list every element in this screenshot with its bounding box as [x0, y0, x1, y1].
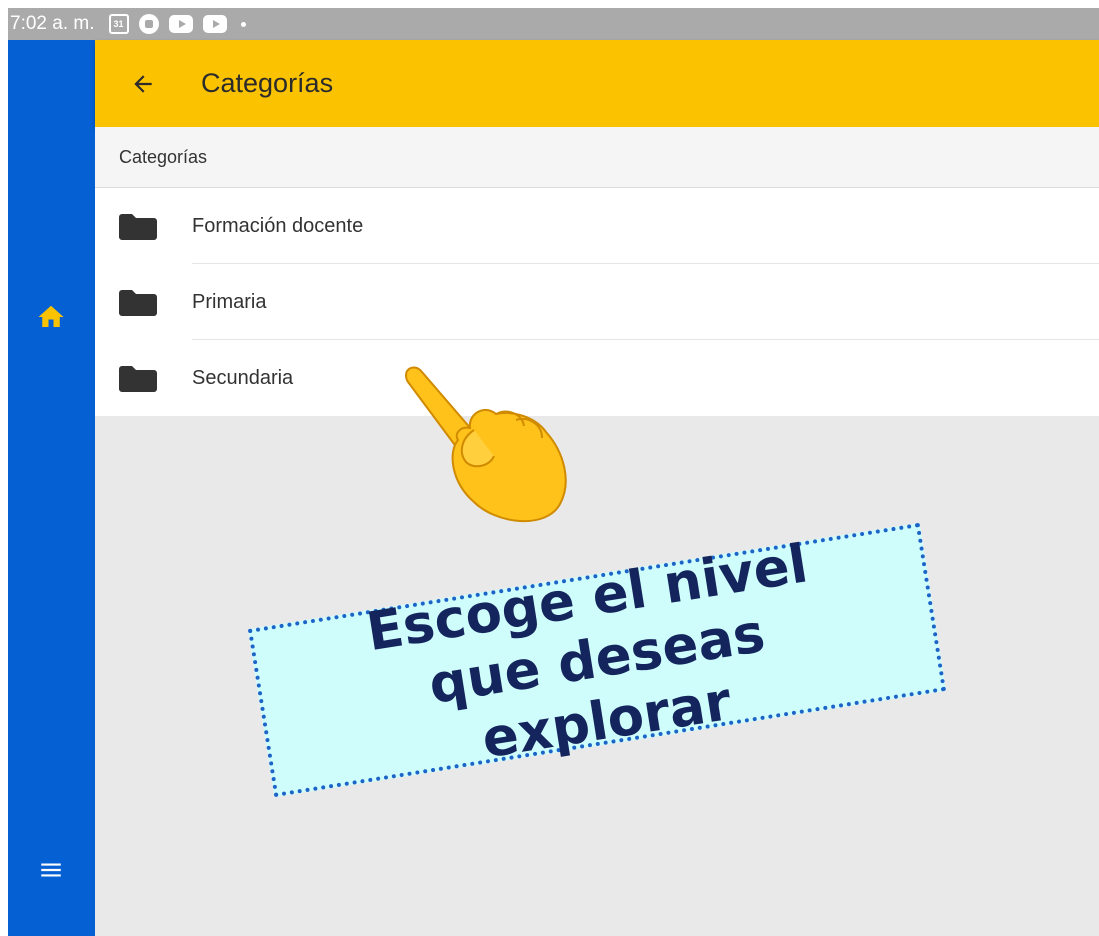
side-rail: [8, 40, 95, 936]
category-item-formacion-docente[interactable]: Formación docente: [95, 188, 1099, 264]
status-bar: 7:02 a. m. 31: [8, 8, 1099, 40]
category-item-primaria[interactable]: Primaria: [95, 264, 1099, 340]
arrow-back-icon[interactable]: [123, 64, 163, 104]
category-item-secundaria[interactable]: Secundaria: [95, 340, 1099, 416]
category-list: Formación docente Primaria Secundaria: [95, 188, 1099, 416]
category-label: Primaria: [192, 290, 267, 313]
menu-icon[interactable]: [38, 857, 64, 883]
breadcrumb: Categorías: [95, 127, 1099, 188]
youtube-icon: [202, 15, 227, 33]
page-title: Categorías: [201, 68, 334, 98]
home-icon[interactable]: [36, 302, 66, 332]
category-label: Formación docente: [192, 214, 364, 237]
app-bar: Categorías: [95, 40, 1099, 127]
calendar-icon: 31: [108, 14, 129, 34]
status-time: 7:02 a. m.: [10, 13, 95, 34]
category-label: Secundaria: [192, 366, 294, 389]
pointing-hand-icon: [405, 366, 567, 523]
folder-icon: [119, 290, 157, 316]
folder-icon: [119, 366, 157, 392]
youtube-icon: [168, 15, 193, 33]
breadcrumb-label: Categorías: [119, 146, 208, 167]
notification-icon: [138, 14, 159, 34]
folder-icon: [119, 214, 157, 240]
dot-icon: [240, 21, 246, 27]
main-content: Categorías Categorías Formación docente …: [95, 40, 1099, 936]
